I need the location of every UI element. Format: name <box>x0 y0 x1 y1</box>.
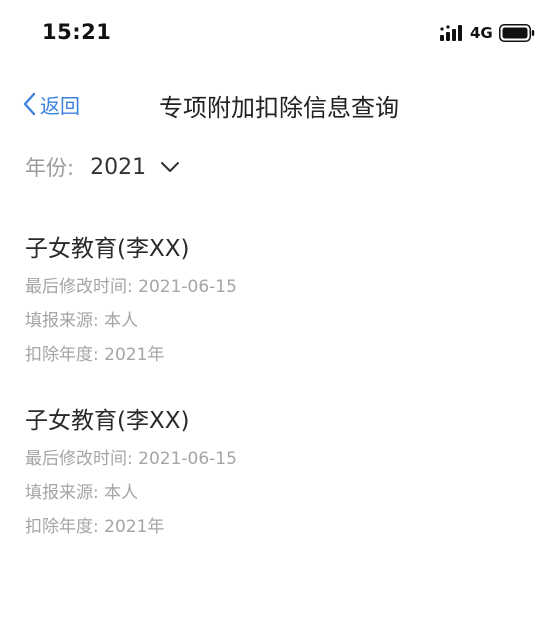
record-title: 子女教育(李XX) <box>25 236 190 262</box>
year-dropdown[interactable]: 2021 <box>90 155 180 180</box>
status-bar: 15:21 4G <box>0 0 558 64</box>
record-modified-time: 最后修改时间: 2021-06-15 <box>25 277 237 297</box>
battery-icon <box>499 24 535 42</box>
year-filter: 年份: 2021 <box>25 150 180 184</box>
deduction-record[interactable]: 子女教育(李XX) 最后修改时间: 2021-06-15 填报来源: 本人 扣除… <box>25 404 525 544</box>
status-time: 15:21 <box>42 20 112 44</box>
record-modified-time: 最后修改时间: 2021-06-15 <box>25 449 237 469</box>
chevron-down-icon <box>161 162 180 172</box>
deduction-record[interactable]: 子女教育(李XX) 最后修改时间: 2021-06-15 填报来源: 本人 扣除… <box>25 232 525 372</box>
record-source: 填报来源: 本人 <box>25 483 139 503</box>
year-dropdown-value: 2021 <box>90 154 147 180</box>
record-deduction-year: 扣除年度: 2021年 <box>25 345 165 365</box>
page-title: 专项附加扣除信息查询 <box>159 94 399 122</box>
record-title: 子女教育(李XX) <box>25 408 190 434</box>
record-source: 填报来源: 本人 <box>25 311 139 331</box>
network-type-label: 4G <box>470 24 493 42</box>
year-filter-label: 年份: <box>25 156 75 180</box>
record-deduction-year: 扣除年度: 2021年 <box>25 517 165 537</box>
navigation-bar: 返回 专项附加扣除信息查询 <box>0 80 558 128</box>
signal-icon <box>440 25 462 41</box>
